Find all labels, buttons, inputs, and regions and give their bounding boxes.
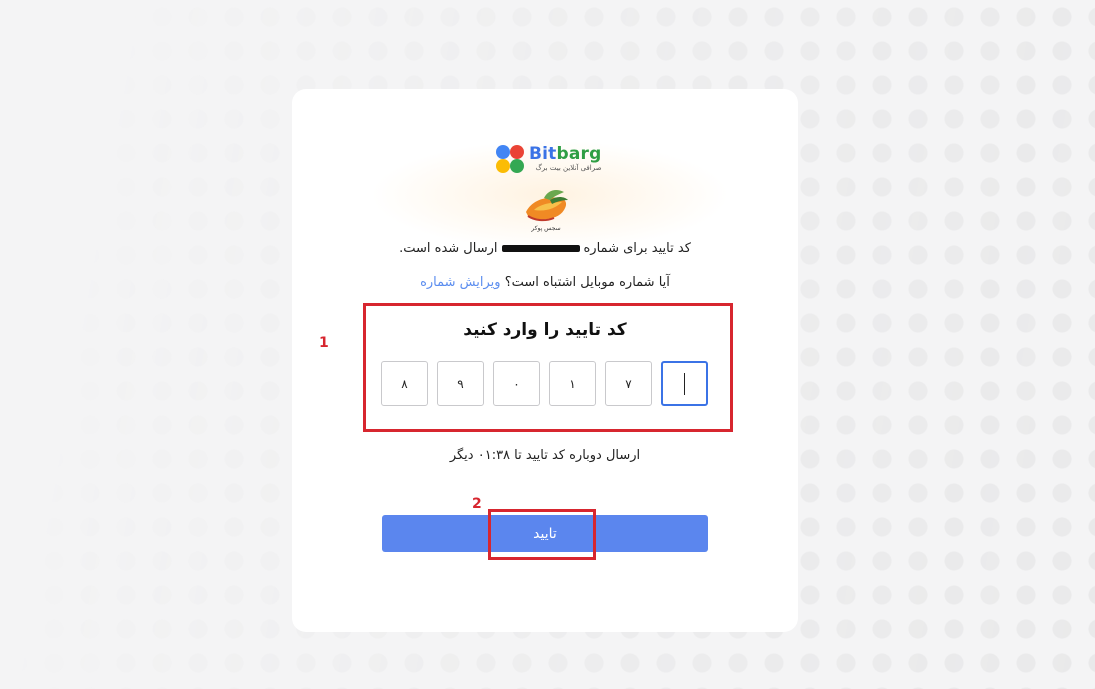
annotation-box-1 — [363, 303, 733, 432]
wrong-number-question: آیا شماره موبایل اشتباه است؟ — [504, 275, 670, 290]
edit-number-link[interactable]: ویرایش شماره — [420, 275, 500, 290]
annotation-label-2: 2 — [472, 496, 482, 512]
annotation-box-2 — [488, 509, 596, 560]
logo-text-bit: Bit — [529, 144, 557, 164]
wrong-number-line: آیا شماره موبایل اشتباه است؟ ویرایش شمار… — [300, 275, 790, 290]
masked-phone-number — [501, 245, 580, 252]
logo-circles-icon — [495, 144, 525, 174]
logo-subtitle: صرافی آنلاین بیت برگ — [535, 164, 602, 172]
partner-label: سجس پوکر — [531, 225, 561, 232]
logo-text-barg: barg — [556, 144, 602, 164]
annotation-label-1: 1 — [319, 335, 329, 351]
code-sent-prefix: کد تایید برای شماره — [583, 241, 691, 256]
resend-countdown: ارسال دوباره کد تایید تا ۰۱:۳۸ دیگر — [449, 448, 641, 463]
bitbarg-logo: Bitbarg صرافی آنلاین بیت برگ — [495, 142, 602, 176]
code-sent-suffix: ارسال شده است. — [399, 241, 498, 256]
code-sent-message: کد تایید برای شماره ارسال شده است. — [300, 241, 790, 256]
